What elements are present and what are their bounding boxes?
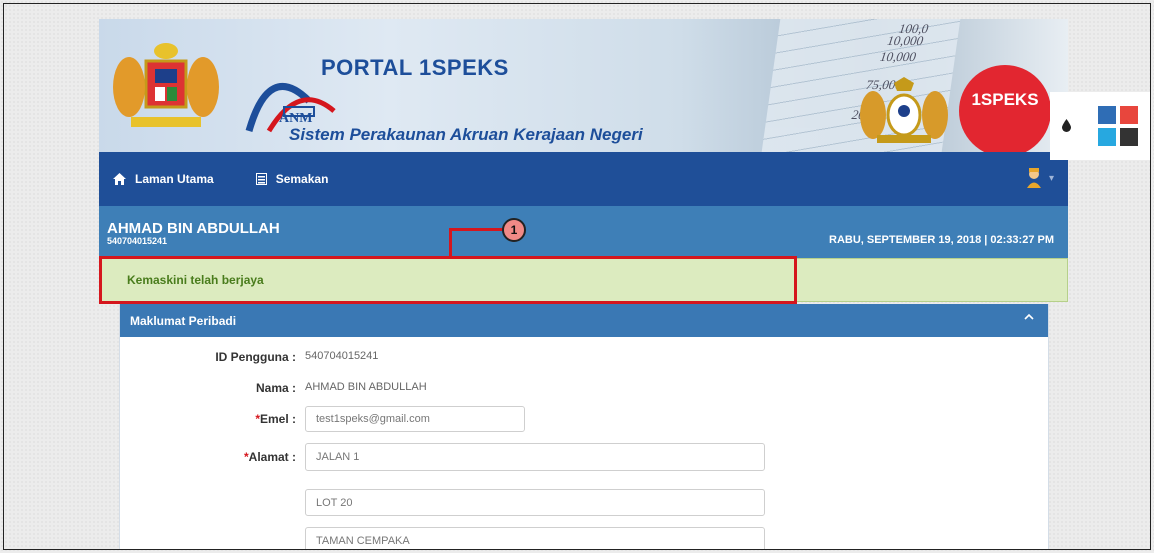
theme-swatch-red[interactable] bbox=[1120, 106, 1138, 124]
callout-connector bbox=[449, 228, 509, 231]
user-id: 540704015241 bbox=[107, 236, 168, 246]
user-avatar-icon bbox=[1026, 168, 1041, 188]
nav-item-label: Semakan bbox=[275, 172, 329, 186]
nav-bar: Laman Utama Semakan ▾ bbox=[99, 152, 1068, 206]
address-line3-field[interactable] bbox=[305, 527, 765, 549]
nav-item-laman-utama[interactable]: Laman Utama bbox=[113, 172, 214, 186]
color-drop-icon[interactable] bbox=[1062, 119, 1071, 132]
address-line2-field[interactable] bbox=[305, 489, 765, 516]
nav-item-semakan[interactable]: Semakan bbox=[255, 172, 329, 186]
id-value: 540704015241 bbox=[305, 350, 379, 362]
theme-swatch-blue[interactable] bbox=[1098, 106, 1116, 124]
home-icon bbox=[113, 173, 126, 185]
malaysia-crest-icon bbox=[113, 43, 219, 127]
portal-title: PORTAL 1SPEKS bbox=[321, 55, 509, 80]
id-label: ID Pengguna : bbox=[215, 350, 296, 364]
ledger-number: 10,000 bbox=[886, 33, 925, 48]
chevron-up-icon[interactable] bbox=[1024, 313, 1034, 321]
callout-connector bbox=[449, 228, 452, 258]
user-info-bar: AHMAD BIN ABDULLAH 540704015241 RABU, SE… bbox=[99, 206, 1068, 258]
current-datetime: RABU, SEPTEMBER 19, 2018 | 02:33:27 PM bbox=[829, 234, 1054, 246]
screenshot-frame: ANM PORTAL 1SPEKS Sistem Perakaunan Akru… bbox=[3, 3, 1151, 550]
user-name: AHMAD BIN ABDULLAH bbox=[107, 220, 280, 237]
user-menu[interactable]: ▾ bbox=[1026, 168, 1054, 188]
email-label: *Emel : bbox=[255, 412, 296, 426]
header-banner: ANM PORTAL 1SPEKS Sistem Perakaunan Akru… bbox=[99, 19, 1068, 152]
johor-crest-icon bbox=[860, 77, 948, 143]
callout-highlight-box bbox=[99, 256, 797, 304]
address-line1-field[interactable] bbox=[305, 443, 765, 471]
address-label: *Alamat : bbox=[243, 450, 296, 464]
name-value: AHMAD BIN ABDULLAH bbox=[305, 381, 427, 393]
panel-header[interactable]: Maklumat Peribadi bbox=[120, 304, 1048, 337]
ledger-number: 10,000 bbox=[879, 49, 917, 64]
name-label: Nama : bbox=[255, 381, 296, 395]
callout-number-badge: 1 bbox=[502, 218, 526, 242]
personal-info-panel: Maklumat Peribadi ID Pengguna : 54070401… bbox=[119, 304, 1049, 549]
list-icon bbox=[255, 173, 267, 185]
email-field[interactable] bbox=[305, 406, 525, 432]
portal-subtitle: Sistem Perakaunan Akruan Kerajaan Negeri bbox=[289, 125, 643, 144]
panel-title: Maklumat Peribadi bbox=[130, 313, 237, 328]
nav-item-label: Laman Utama bbox=[135, 172, 214, 186]
theme-swatch-lightblue[interactable] bbox=[1098, 128, 1116, 146]
theme-swatch-dark[interactable] bbox=[1120, 128, 1138, 146]
chevron-down-icon: ▾ bbox=[1048, 172, 1054, 184]
theme-switcher bbox=[1050, 92, 1150, 160]
1speks-badge: 1SPEKS bbox=[959, 65, 1051, 152]
